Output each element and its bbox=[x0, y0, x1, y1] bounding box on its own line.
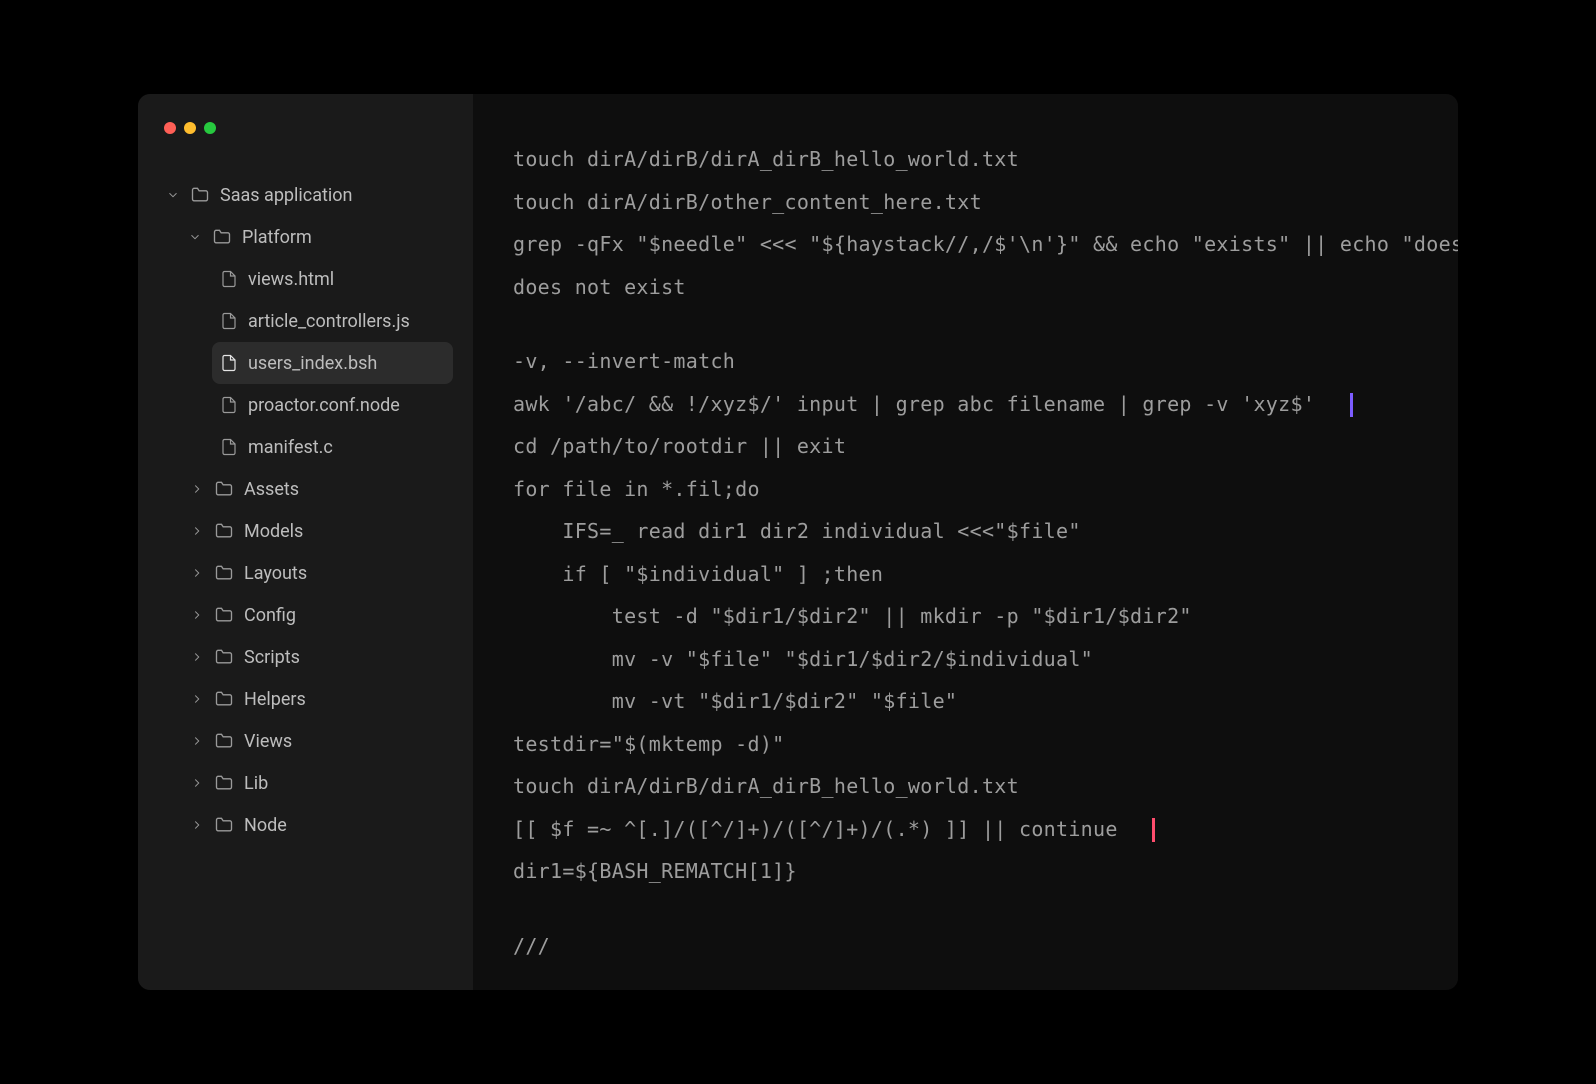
code-line[interactable] bbox=[513, 893, 1418, 925]
code-line[interactable]: [[ $f =~ ^[.]/([^/]+)/([^/]+)/(.*) ]] ||… bbox=[513, 808, 1418, 851]
minimize-window-button[interactable] bbox=[184, 122, 196, 134]
folder-icon bbox=[214, 647, 234, 667]
code-line[interactable]: cd /path/to/rootdir || exit bbox=[513, 425, 1418, 468]
file-tree: Saas application Platform views.html bbox=[158, 174, 453, 846]
folder-icon bbox=[214, 773, 234, 793]
tree-folder-layouts[interactable]: Layouts bbox=[182, 552, 453, 594]
code-line[interactable]: mv -vt "$dir1/$dir2" "$file" bbox=[513, 680, 1418, 723]
folder-icon bbox=[214, 605, 234, 625]
code-line[interactable] bbox=[513, 308, 1418, 340]
code-line[interactable]: /// bbox=[513, 925, 1418, 968]
file-icon bbox=[220, 354, 238, 372]
code-line[interactable]: mv -v "$file" "$dir1/$dir2/$individual" bbox=[513, 638, 1418, 681]
chevron-right-icon bbox=[190, 650, 204, 664]
folder-icon bbox=[190, 185, 210, 205]
code-line[interactable]: awk '/abc/ && !/xyz$/' input | grep abc … bbox=[513, 383, 1418, 426]
code-editor[interactable]: touch dirA/dirB/dirA_dirB_hello_world.tx… bbox=[473, 94, 1458, 990]
tree-file-users-index[interactable]: users_index.bsh bbox=[212, 342, 453, 384]
maximize-window-button[interactable] bbox=[204, 122, 216, 134]
tree-file-proactor[interactable]: proactor.conf.node bbox=[212, 384, 453, 426]
tree-label: Node bbox=[244, 815, 287, 836]
tree-folder-scripts[interactable]: Scripts bbox=[182, 636, 453, 678]
tree-label: views.html bbox=[248, 269, 334, 290]
chevron-down-icon bbox=[188, 230, 202, 244]
folder-icon bbox=[214, 731, 234, 751]
window-controls bbox=[164, 122, 453, 134]
tree-file-article-controllers[interactable]: article_controllers.js bbox=[212, 300, 453, 342]
chevron-right-icon bbox=[190, 566, 204, 580]
tree-label: Assets bbox=[244, 479, 299, 500]
code-content[interactable]: touch dirA/dirB/dirA_dirB_hello_world.tx… bbox=[513, 138, 1418, 967]
close-window-button[interactable] bbox=[164, 122, 176, 134]
tree-folder-assets[interactable]: Assets bbox=[182, 468, 453, 510]
tree-label: Lib bbox=[244, 773, 268, 794]
code-line[interactable]: dir1=${BASH_REMATCH[1]} bbox=[513, 850, 1418, 893]
tree-label: proactor.conf.node bbox=[248, 395, 400, 416]
tree-folder-views[interactable]: Views bbox=[182, 720, 453, 762]
tree-folder-models[interactable]: Models bbox=[182, 510, 453, 552]
folder-icon bbox=[214, 521, 234, 541]
tree-label: Models bbox=[244, 521, 303, 542]
editor-window: Saas application Platform views.html bbox=[138, 94, 1458, 990]
tree-label: Platform bbox=[242, 227, 312, 248]
tree-folder-platform[interactable]: Platform bbox=[180, 216, 453, 258]
code-line[interactable]: IFS=_ read dir1 dir2 individual <<<"$fil… bbox=[513, 510, 1418, 553]
chevron-right-icon bbox=[190, 524, 204, 538]
chevron-down-icon bbox=[166, 188, 180, 202]
sidebar: Saas application Platform views.html bbox=[138, 94, 473, 990]
tree-label: Layouts bbox=[244, 563, 307, 584]
tree-label: Saas application bbox=[220, 185, 352, 206]
code-line[interactable]: -v, --invert-match bbox=[513, 340, 1418, 383]
code-line[interactable]: testdir="$(mktemp -d)" bbox=[513, 723, 1418, 766]
chevron-right-icon bbox=[190, 608, 204, 622]
file-icon bbox=[220, 270, 238, 288]
folder-icon bbox=[214, 815, 234, 835]
tree-label: users_index.bsh bbox=[248, 353, 377, 374]
collaborator-cursor-red bbox=[1152, 818, 1155, 842]
tree-label: Scripts bbox=[244, 647, 300, 668]
file-icon bbox=[220, 438, 238, 456]
tree-folder-root[interactable]: Saas application bbox=[158, 174, 453, 216]
folder-icon bbox=[214, 479, 234, 499]
collaborator-cursor-purple bbox=[1350, 393, 1353, 417]
code-line[interactable]: does not exist bbox=[513, 266, 1418, 309]
tree-file-manifest[interactable]: manifest.c bbox=[212, 426, 453, 468]
folder-icon bbox=[214, 689, 234, 709]
folder-icon bbox=[214, 563, 234, 583]
chevron-right-icon bbox=[190, 482, 204, 496]
tree-folder-config[interactable]: Config bbox=[182, 594, 453, 636]
tree-folder-node[interactable]: Node bbox=[182, 804, 453, 846]
folder-icon bbox=[212, 227, 232, 247]
tree-label: Views bbox=[244, 731, 292, 752]
chevron-right-icon bbox=[190, 818, 204, 832]
tree-file-views[interactable]: views.html bbox=[212, 258, 453, 300]
chevron-right-icon bbox=[190, 692, 204, 706]
code-line[interactable]: if [ "$individual" ] ;then bbox=[513, 553, 1418, 596]
code-line[interactable]: touch dirA/dirB/dirA_dirB_hello_world.tx… bbox=[513, 138, 1418, 181]
tree-label: Helpers bbox=[244, 689, 306, 710]
code-line[interactable]: test -d "$dir1/$dir2" || mkdir -p "$dir1… bbox=[513, 595, 1418, 638]
code-line[interactable]: touch dirA/dirB/other_content_here.txt bbox=[513, 181, 1418, 224]
code-line[interactable]: touch dirA/dirB/dirA_dirB_hello_world.tx… bbox=[513, 765, 1418, 808]
chevron-right-icon bbox=[190, 776, 204, 790]
code-line[interactable]: grep -qFx "$needle" <<< "${haystack//,/$… bbox=[513, 223, 1418, 266]
file-icon bbox=[220, 312, 238, 330]
code-line[interactable]: for file in *.fil;do bbox=[513, 468, 1418, 511]
tree-label: Config bbox=[244, 605, 296, 626]
tree-label: manifest.c bbox=[248, 437, 333, 458]
tree-label: article_controllers.js bbox=[248, 311, 410, 332]
tree-folder-lib[interactable]: Lib bbox=[182, 762, 453, 804]
tree-folder-helpers[interactable]: Helpers bbox=[182, 678, 453, 720]
file-icon bbox=[220, 396, 238, 414]
chevron-right-icon bbox=[190, 734, 204, 748]
